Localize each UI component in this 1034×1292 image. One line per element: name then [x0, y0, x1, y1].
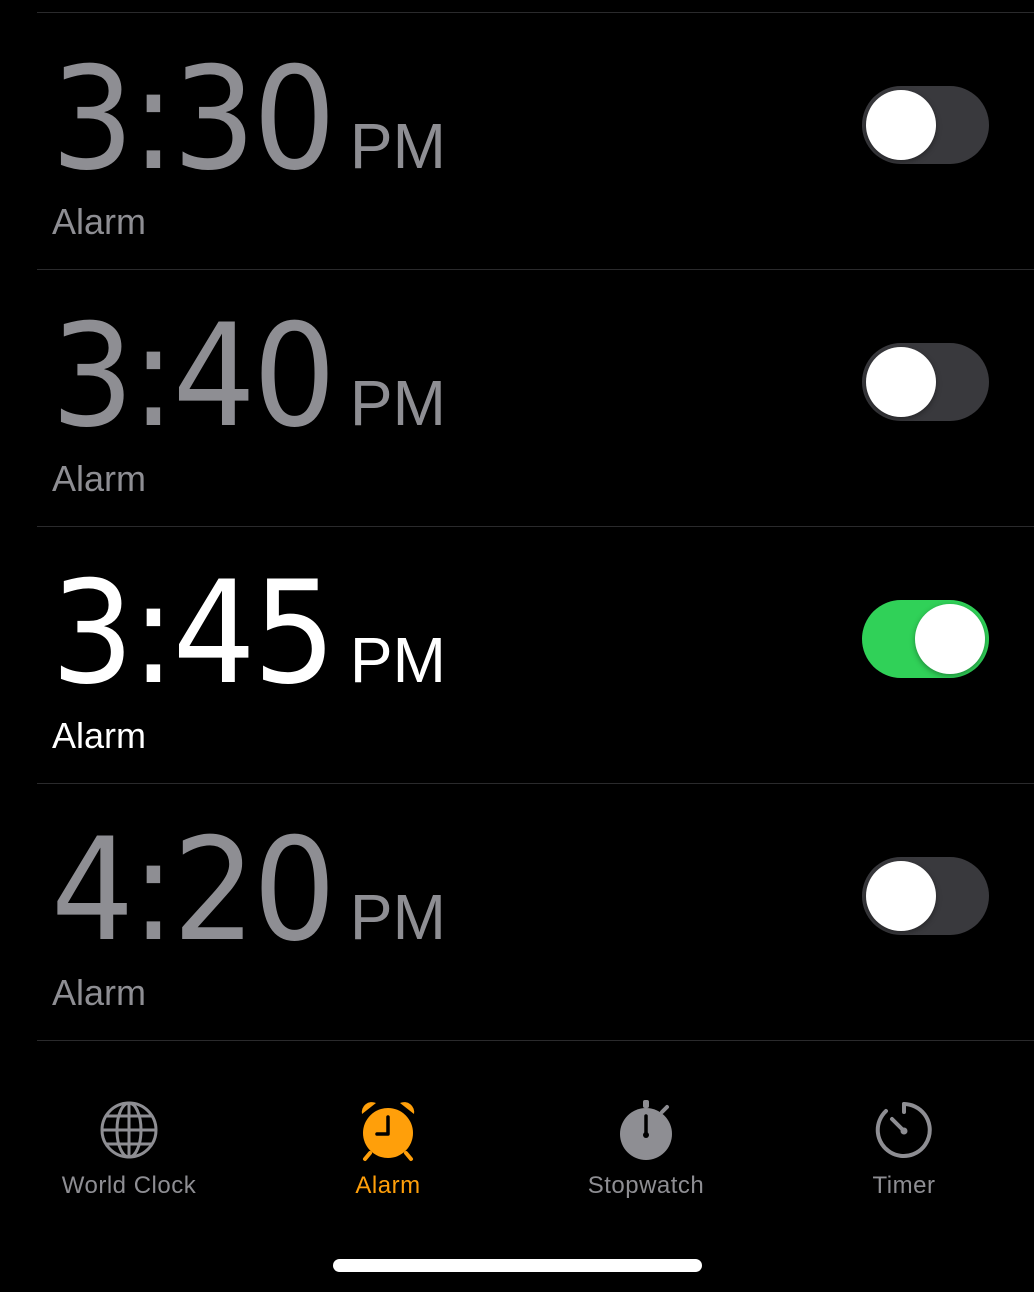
alarm-row[interactable]: 3:40 PM Alarm [37, 270, 1034, 527]
alarm-toggle[interactable] [862, 600, 989, 678]
toggle-knob [866, 861, 936, 931]
alarm-label: Alarm [52, 458, 147, 499]
toggle-knob [866, 90, 936, 160]
alarm-clock-icon [361, 1102, 415, 1161]
globe-icon [100, 1101, 158, 1159]
tab-alarm[interactable]: Alarm [288, 1090, 488, 1210]
tab-label: Timer [872, 1172, 936, 1199]
alarm-time-period: PM [349, 110, 446, 182]
toggle-knob [915, 604, 985, 674]
alarm-time: 3:45 PM [51, 563, 446, 705]
alarm-time-digits: 3:30 [51, 37, 336, 202]
alarm-time: 3:40 PM [51, 306, 446, 448]
alarm-time-period: PM [349, 624, 446, 696]
tab-stopwatch[interactable]: Stopwatch [546, 1090, 746, 1210]
alarm-time-period: PM [349, 367, 446, 439]
tab-label: Stopwatch [587, 1172, 705, 1199]
home-indicator[interactable] [333, 1259, 702, 1272]
alarm-toggle[interactable] [862, 86, 989, 164]
tab-label: Alarm [355, 1172, 421, 1199]
alarm-label: Alarm [52, 201, 147, 242]
stopwatch-icon [620, 1100, 672, 1160]
timer-icon [875, 1102, 932, 1158]
toggle-knob [866, 347, 936, 417]
tab-bar: World Clock Alarm Stopwatch Timer [0, 1090, 1034, 1220]
alarm-time: 3:30 PM [51, 49, 446, 191]
alarm-time-period: PM [349, 881, 446, 953]
alarm-toggle[interactable] [862, 343, 989, 421]
alarm-time: 4:20 PM [51, 820, 446, 962]
tab-world-clock[interactable]: World Clock [29, 1090, 229, 1210]
alarm-time-digits: 4:20 [51, 808, 336, 973]
tab-timer[interactable]: Timer [804, 1090, 1004, 1210]
alarm-time-digits: 3:45 [51, 551, 336, 716]
alarm-row[interactable]: 4:20 PM Alarm [37, 784, 1034, 1041]
alarm-toggle[interactable] [862, 857, 989, 935]
alarm-time-digits: 3:40 [51, 294, 336, 459]
alarm-row[interactable]: 3:30 PM Alarm [37, 13, 1034, 270]
alarm-label: Alarm [52, 715, 147, 756]
tab-label: World Clock [61, 1172, 197, 1199]
alarm-row[interactable]: 3:45 PM Alarm [37, 527, 1034, 784]
alarm-label: Alarm [52, 972, 147, 1013]
